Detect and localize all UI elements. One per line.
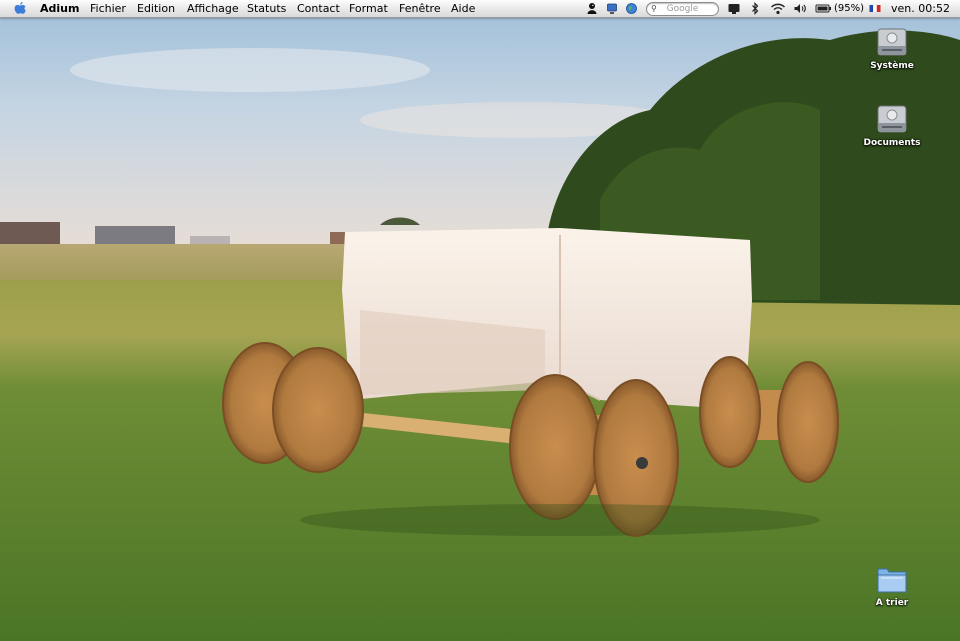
menu-statuts[interactable]: Statuts [247,0,286,17]
spotlight-search-field[interactable]: ⚲ Google [646,2,719,16]
wallpaper-photo [0,0,960,641]
folder-icon [875,562,909,596]
hard-drive-icon [875,102,909,136]
display-icon[interactable] [606,1,618,16]
menu-fichier[interactable]: Fichier [90,0,126,17]
menu-clock[interactable]: ven. 00:52 [891,0,950,17]
desktop-icon-a-trier[interactable]: A trier [852,562,932,608]
menu-format[interactable]: Format [349,0,388,17]
menu-fenetre[interactable]: Fenêtre [399,0,441,17]
globe-icon[interactable] [625,1,638,16]
desktop-icon-documents[interactable]: Documents [852,102,932,148]
menu-contact[interactable]: Contact [297,0,340,17]
desktop-wallpaper [0,0,960,641]
bluetooth-icon[interactable] [750,1,760,16]
wifi-icon[interactable] [770,1,786,16]
adium-duck-icon[interactable] [586,1,598,16]
flag-fr-icon[interactable] [869,1,881,16]
menu-aide[interactable]: Aide [451,0,475,17]
screen-icon[interactable] [727,1,741,16]
menu-edition[interactable]: Edition [137,0,175,17]
menu-affichage[interactable]: Affichage [187,0,239,17]
desktop-icon-systeme[interactable]: Système [852,25,932,71]
menu-app-adium[interactable]: Adium [40,0,79,17]
desktop-icon-label: A trier [875,598,909,608]
volume-icon[interactable] [793,1,807,16]
battery-icon[interactable] [815,1,832,16]
desktop-icon-label: Documents [863,138,921,148]
search-placeholder: Google [666,4,699,14]
battery-percentage[interactable]: (95%) [834,0,864,17]
menu-bar: Adium Fichier Edition Affichage Statuts … [0,0,960,18]
desktop-icon-label: Système [870,61,914,71]
apple-icon[interactable] [13,1,27,16]
hard-drive-icon [875,25,909,59]
